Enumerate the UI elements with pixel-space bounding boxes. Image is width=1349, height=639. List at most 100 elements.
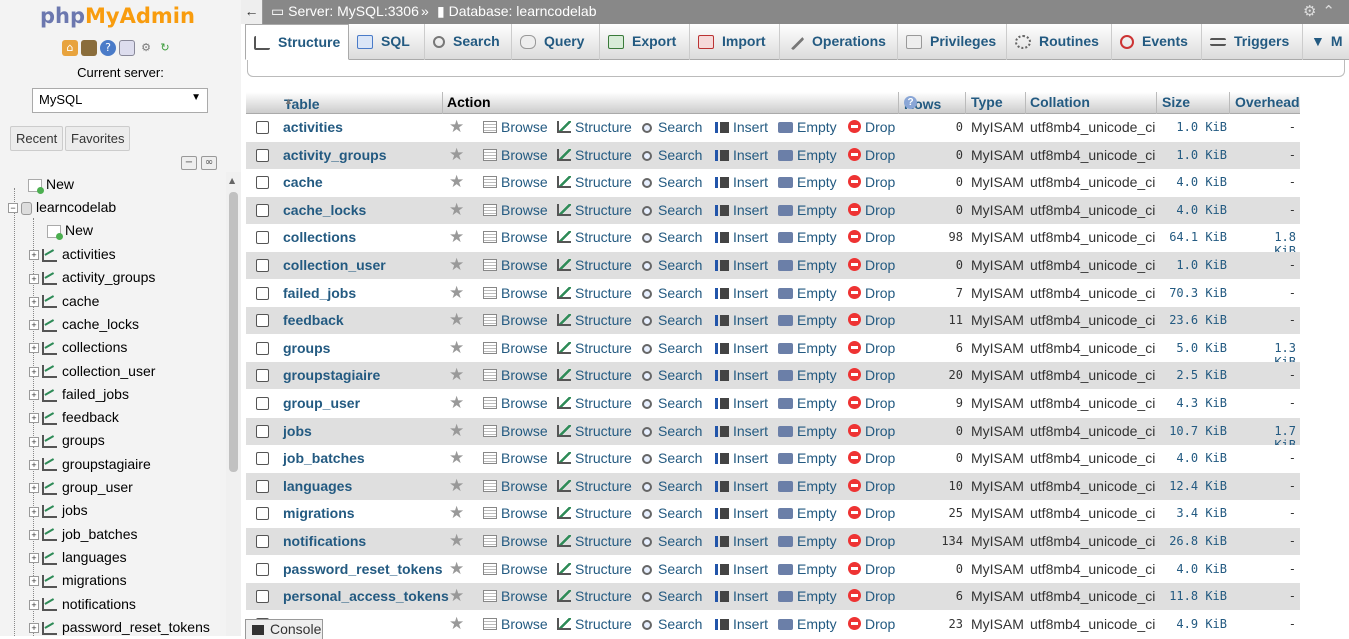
search-action[interactable]: Search: [642, 340, 702, 356]
table-overhead[interactable]: -: [1236, 203, 1296, 217]
tab-sql[interactable]: SQL: [349, 24, 425, 60]
structure-action[interactable]: Structure: [557, 340, 632, 356]
settings-icon[interactable]: ⚙: [138, 40, 154, 56]
table-name-link[interactable]: collections: [283, 229, 356, 245]
insert-action[interactable]: Insert: [715, 450, 768, 466]
structure-action[interactable]: Structure: [557, 202, 632, 218]
table-overhead[interactable]: -: [1236, 175, 1296, 189]
table-size[interactable]: 4.0 KiB: [1158, 203, 1227, 217]
drop-action[interactable]: Drop: [848, 174, 895, 190]
row-checkbox[interactable]: [256, 535, 269, 548]
sort-by-size[interactable]: Size: [1162, 94, 1190, 110]
phpmyadmin-logo[interactable]: phpMyAdmin: [40, 4, 195, 28]
favorite-star-icon[interactable]: ★: [449, 448, 464, 468]
favorite-star-icon[interactable]: ★: [449, 310, 464, 330]
search-action[interactable]: Search: [642, 616, 702, 632]
expand-icon[interactable]: +: [29, 576, 39, 587]
empty-action[interactable]: Empty: [778, 533, 837, 549]
structure-action[interactable]: Structure: [557, 119, 632, 135]
table-size[interactable]: 3.4 KiB: [1158, 506, 1227, 520]
browse-action[interactable]: Browse: [483, 395, 548, 411]
empty-action[interactable]: Empty: [778, 147, 837, 163]
empty-action[interactable]: Empty: [778, 312, 837, 328]
insert-action[interactable]: Insert: [715, 147, 768, 163]
table-overhead[interactable]: -: [1236, 617, 1296, 631]
row-checkbox[interactable]: [256, 314, 269, 328]
browse-action[interactable]: Browse: [483, 119, 548, 135]
drop-action[interactable]: Drop: [848, 367, 895, 383]
empty-action[interactable]: Empty: [778, 119, 837, 135]
table-size[interactable]: 4.0 KiB: [1158, 175, 1227, 189]
sidebar-table-item[interactable]: + migrations: [29, 569, 127, 591]
empty-action[interactable]: Empty: [778, 229, 837, 245]
table-overhead[interactable]: -: [1236, 368, 1296, 382]
expand-icon[interactable]: +: [29, 459, 39, 470]
drop-action[interactable]: Drop: [848, 395, 895, 411]
favorite-star-icon[interactable]: ★: [449, 559, 464, 579]
table-structure-icon[interactable]: [42, 551, 57, 565]
empty-action[interactable]: Empty: [778, 285, 837, 301]
empty-action[interactable]: Empty: [778, 616, 837, 632]
expand-icon[interactable]: +: [29, 390, 39, 401]
structure-action[interactable]: Structure: [557, 174, 632, 190]
structure-action[interactable]: Structure: [557, 478, 632, 494]
drop-action[interactable]: Drop: [848, 478, 895, 494]
structure-action[interactable]: Structure: [557, 616, 632, 632]
table-structure-icon[interactable]: [42, 388, 57, 402]
sort-by-type[interactable]: Type: [971, 94, 1003, 110]
favorite-star-icon[interactable]: ★: [449, 227, 464, 247]
favorite-star-icon[interactable]: ★: [449, 421, 464, 441]
table-overhead[interactable]: -: [1236, 451, 1296, 465]
structure-action[interactable]: Structure: [557, 147, 632, 163]
table-name-link[interactable]: groups: [283, 340, 330, 356]
table-overhead[interactable]: -: [1236, 120, 1296, 134]
row-checkbox[interactable]: [256, 148, 269, 162]
tab-privileges[interactable]: Privileges: [898, 24, 1007, 60]
table-name-link[interactable]: notifications: [283, 533, 366, 549]
search-action[interactable]: Search: [642, 561, 702, 577]
collation[interactable]: utf8mb4_unicode_ci: [1030, 257, 1155, 273]
favorite-star-icon[interactable]: ★: [449, 365, 464, 385]
table-size[interactable]: 23.6 KiB: [1158, 313, 1227, 327]
table-size[interactable]: 11.8 KiB: [1158, 589, 1227, 603]
tree-item-database[interactable]: − learncodelab: [8, 196, 116, 218]
table-name-link[interactable]: languages: [283, 478, 352, 494]
structure-action[interactable]: Structure: [557, 505, 632, 521]
browse-action[interactable]: Browse: [483, 616, 548, 632]
favorite-star-icon[interactable]: ★: [449, 283, 464, 303]
table-size[interactable]: 64.1 KiB: [1158, 230, 1227, 244]
structure-action[interactable]: Structure: [557, 367, 632, 383]
table-structure-icon[interactable]: [42, 248, 57, 262]
insert-action[interactable]: Insert: [715, 312, 768, 328]
favorite-star-icon[interactable]: ★: [449, 614, 464, 634]
table-name-link[interactable]: activity_groups: [283, 147, 386, 163]
collation[interactable]: utf8mb4_unicode_ci: [1030, 533, 1155, 549]
sidebar-table-item[interactable]: + group_user: [29, 476, 133, 498]
favorite-star-icon[interactable]: ★: [449, 531, 464, 551]
browse-action[interactable]: Browse: [483, 257, 548, 273]
sidebar-table-item[interactable]: + activities: [29, 243, 116, 265]
insert-action[interactable]: Insert: [715, 395, 768, 411]
help-icon[interactable]: ?: [904, 96, 917, 109]
table-name-link[interactable]: cache_locks: [283, 202, 366, 218]
structure-action[interactable]: Structure: [557, 229, 632, 245]
browse-action[interactable]: Browse: [483, 174, 548, 190]
sidebar-table-item[interactable]: + notifications: [29, 593, 136, 615]
insert-action[interactable]: Insert: [715, 423, 768, 439]
collation[interactable]: utf8mb4_unicode_ci: [1030, 450, 1155, 466]
browse-action[interactable]: Browse: [483, 478, 548, 494]
drop-action[interactable]: Drop: [848, 588, 895, 604]
insert-action[interactable]: Insert: [715, 616, 768, 632]
insert-action[interactable]: Insert: [715, 257, 768, 273]
tab-events[interactable]: Events: [1112, 24, 1202, 60]
table-name-link[interactable]: group_user: [283, 395, 360, 411]
browse-action[interactable]: Browse: [483, 147, 548, 163]
table-structure-icon[interactable]: [42, 598, 57, 612]
console-toggle[interactable]: Console: [245, 619, 323, 639]
favorite-star-icon[interactable]: ★: [449, 393, 464, 413]
help-icon[interactable]: ?: [100, 40, 116, 56]
browse-action[interactable]: Browse: [483, 423, 548, 439]
browse-action[interactable]: Browse: [483, 505, 548, 521]
structure-action[interactable]: Structure: [557, 450, 632, 466]
browse-action[interactable]: Browse: [483, 588, 548, 604]
